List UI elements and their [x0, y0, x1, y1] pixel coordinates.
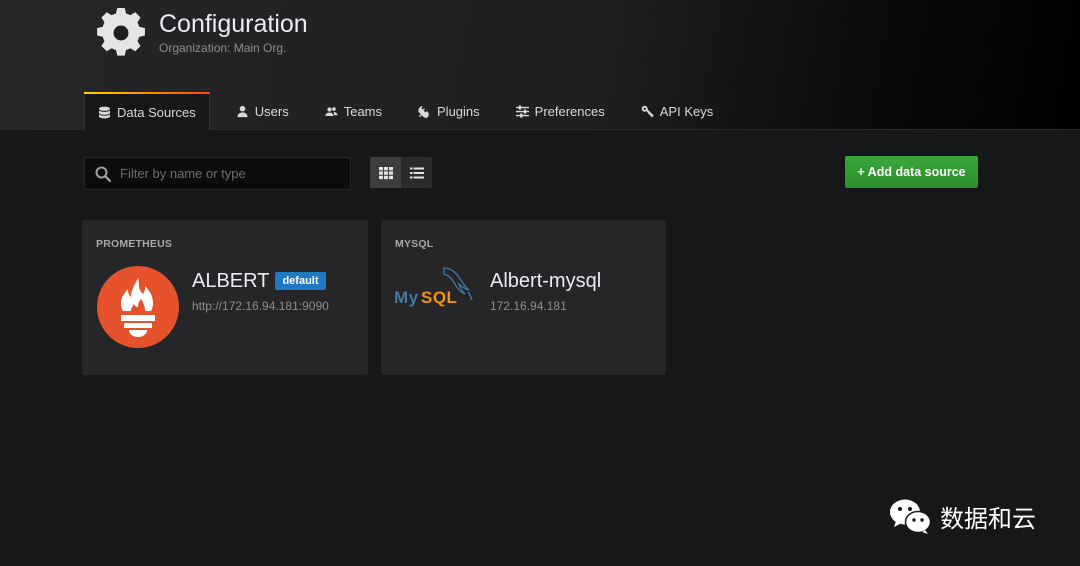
- tab-plugins[interactable]: Plugins: [404, 92, 494, 130]
- page-header: Configuration Organization: Main Org. Da…: [0, 0, 1080, 130]
- tab-label: Preferences: [534, 103, 605, 119]
- tab-teams[interactable]: Teams: [311, 92, 396, 130]
- user-icon: [237, 105, 248, 117]
- tab-users[interactable]: Users: [222, 92, 303, 130]
- svg-text:SQL: SQL: [421, 288, 457, 307]
- list-view-button[interactable]: [401, 157, 432, 188]
- list-icon: [409, 167, 424, 178]
- tab-data-sources[interactable]: Data Sources: [84, 92, 210, 130]
- datasource-card-mysql[interactable]: MYSQL My SQL Albert-mysql 172.16.94.181: [381, 220, 666, 375]
- svg-text:My: My: [394, 288, 419, 307]
- search-input[interactable]: [120, 166, 340, 181]
- datasource-name-text: ALBERT: [192, 270, 270, 292]
- wechat-icon: [890, 499, 932, 534]
- datasource-name: ALBERT default: [192, 270, 326, 293]
- search-icon: [95, 166, 111, 182]
- datasource-type: MYSQL: [395, 238, 434, 250]
- sliders-icon: [515, 104, 529, 118]
- tab-preferences[interactable]: Preferences: [502, 92, 619, 130]
- tab-label: Data Sources: [117, 104, 196, 120]
- users-icon: [325, 106, 338, 116]
- database-icon: [98, 106, 111, 118]
- key-icon: [641, 105, 654, 118]
- watermark: 数据和云: [888, 496, 1036, 536]
- page-title: Configuration: [159, 10, 308, 38]
- mysql-logo: My SQL: [394, 267, 473, 307]
- datasource-name: Albert-mysql: [490, 270, 602, 292]
- gear-icon: [97, 8, 145, 56]
- tab-label: Teams: [343, 103, 383, 119]
- page-subtitle: Organization: Main Org.: [159, 41, 287, 55]
- datasource-url: 172.16.94.181: [490, 299, 567, 313]
- datasource-url: http://172.16.94.181:9090: [192, 299, 329, 313]
- search-box[interactable]: [84, 157, 351, 190]
- tab-label: Users: [254, 103, 289, 119]
- datasource-type: PROMETHEUS: [96, 238, 173, 250]
- tab-label: API Keys: [659, 103, 714, 119]
- datasource-card-prometheus[interactable]: PROMETHEUS ALBERT default http://172.16.9…: [82, 220, 368, 375]
- config-tabs: Data Sources Users Teams Plugins Prefere…: [84, 92, 727, 130]
- tab-label: Plugins: [437, 103, 480, 119]
- default-badge: default: [275, 272, 326, 290]
- prometheus-logo: [97, 266, 179, 348]
- watermark-text: 数据和云: [940, 504, 1036, 533]
- tab-api-keys[interactable]: API Keys: [627, 92, 727, 130]
- grid-icon: [378, 166, 393, 179]
- plug-icon: [418, 105, 429, 118]
- add-data-source-button[interactable]: + Add data source: [845, 156, 978, 188]
- grid-view-button[interactable]: [370, 157, 401, 188]
- view-mode-toggle: [370, 157, 432, 188]
